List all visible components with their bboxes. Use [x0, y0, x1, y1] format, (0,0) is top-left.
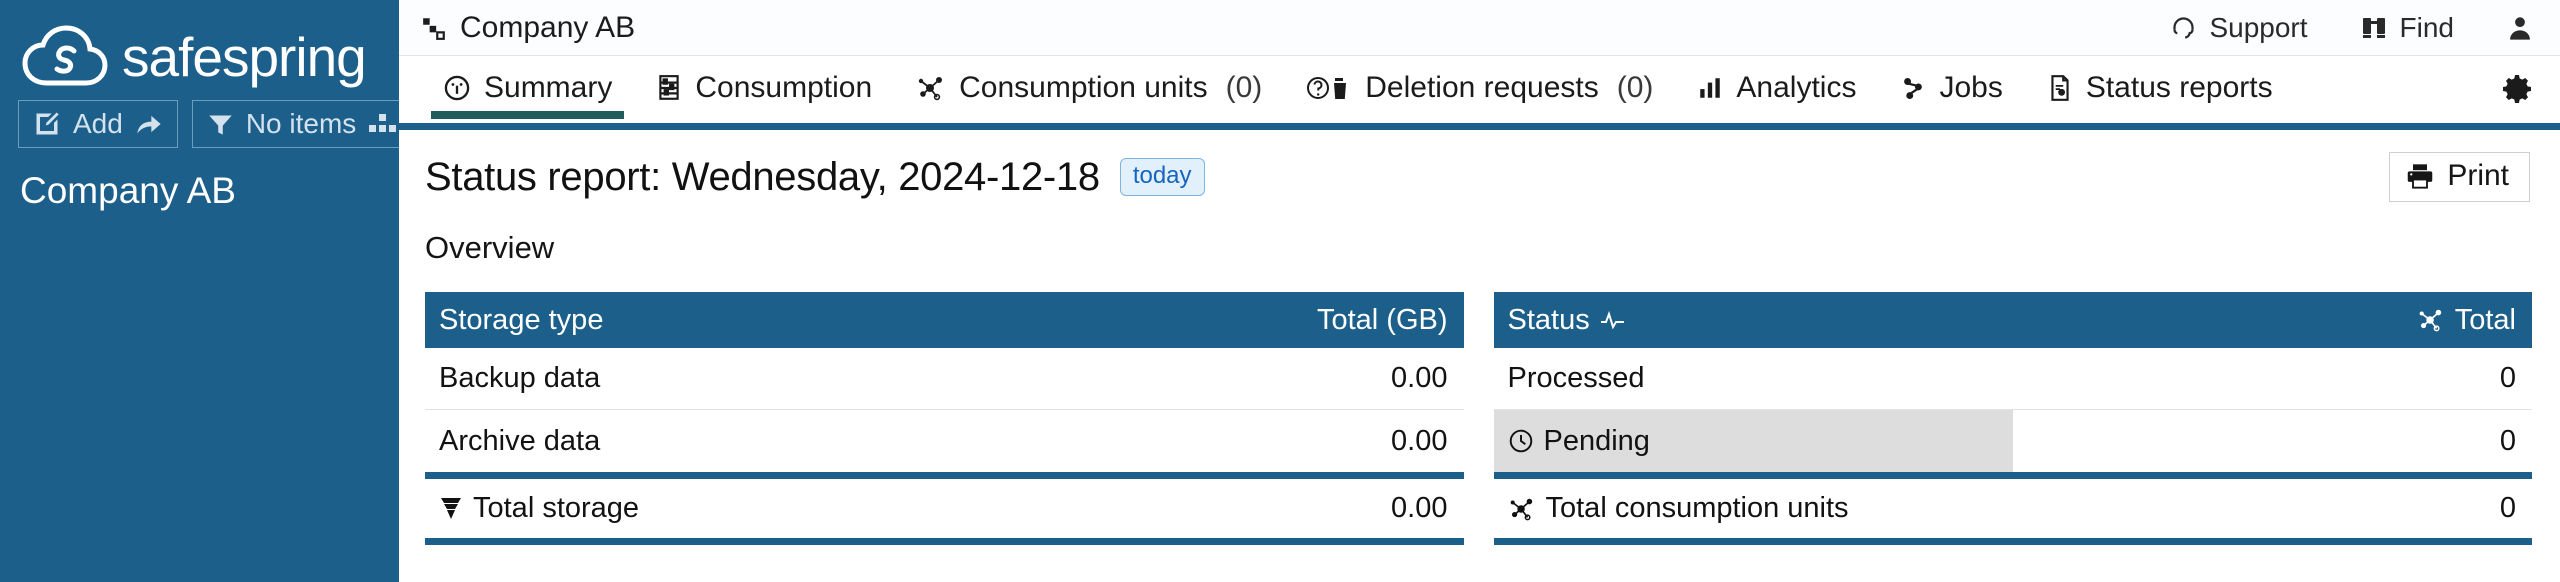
- tab-consumption-label: Consumption: [695, 70, 873, 104]
- storage-table-header-left: Storage type: [439, 303, 604, 336]
- user-avatar-icon[interactable]: [2506, 14, 2534, 42]
- cloud-s-logo-icon: [22, 25, 108, 89]
- find-label: Find: [2399, 11, 2454, 43]
- tab-consumption[interactable]: Consumption: [634, 56, 894, 119]
- tab-status-reports[interactable]: Status reports: [2025, 56, 2295, 119]
- status-row-value: 0: [2499, 424, 2516, 457]
- status-row-label: Processed: [1507, 362, 1645, 394]
- status-table: Status Total Processed 0 Pending 0 Total…: [1493, 292, 2532, 545]
- overview-heading: Overview: [425, 230, 555, 265]
- printer-icon: [2406, 163, 2434, 189]
- storage-table-header: Storage type Total (GB): [425, 292, 1464, 348]
- note-edit-icon: [33, 110, 61, 138]
- filter-no-items-button[interactable]: No items: [191, 100, 412, 148]
- top-bar: Company AB Support Find: [399, 0, 2560, 56]
- table-row[interactable]: Processed 0: [1493, 348, 2532, 410]
- tab-deletion-requests-count: (0): [1616, 70, 1654, 104]
- molecule-icon: [2417, 307, 2445, 333]
- support-label: Support: [2209, 11, 2308, 43]
- print-button[interactable]: Print: [2389, 152, 2530, 202]
- brand-name: safespring: [122, 25, 367, 88]
- sidebar-actions: Add No items: [0, 96, 412, 148]
- clock-icon: [1508, 428, 1534, 454]
- jobs-node-icon: [1900, 75, 1926, 101]
- status-table-bottom-rule: [1493, 538, 2532, 545]
- support-button[interactable]: Support: [2170, 11, 2308, 44]
- app-root: safespring Add No items Company AB Compa…: [0, 0, 2560, 582]
- report-content: Status report: Wednesday, 2024-12-18 tod…: [399, 130, 2560, 582]
- add-button-label: Add: [73, 108, 123, 139]
- molecule-icon: [1508, 496, 1536, 522]
- status-total-row: Total consumption units 0: [1493, 472, 2532, 538]
- page-title: Status report: Wednesday, 2024-12-18: [425, 154, 1100, 199]
- storage-stack-icon: [439, 496, 463, 522]
- table-row[interactable]: Archive data 0.00: [425, 410, 1464, 472]
- add-button[interactable]: Add: [18, 100, 178, 148]
- funnel-filter-icon: [207, 111, 234, 138]
- storage-table-bottom-rule: [425, 538, 1464, 545]
- filter-button-label: No items: [245, 108, 357, 139]
- status-row-value: 0: [2499, 362, 2516, 394]
- abacus-icon: [656, 74, 682, 102]
- bar-chart-icon: [1697, 75, 1723, 101]
- status-total-label: Total consumption units: [1545, 492, 1849, 524]
- gear-icon[interactable]: [2502, 73, 2532, 103]
- top-bar-actions: Support Find: [2170, 12, 2534, 44]
- breadcrumb[interactable]: Company AB: [421, 11, 635, 45]
- storage-row-label: Backup data: [439, 362, 601, 394]
- tab-consumption-units-count: (0): [1225, 70, 1263, 104]
- tab-consumption-units[interactable]: Consumption units (0): [894, 56, 1284, 119]
- tab-bar: Summary Consumption Consumption units (0…: [399, 56, 2560, 123]
- share-arrow-icon: [135, 112, 163, 136]
- find-button[interactable]: Find: [2360, 12, 2454, 44]
- hierarchy-node-icon: [421, 15, 447, 41]
- tab-jobs-label: Jobs: [1939, 70, 2003, 104]
- sidebar: safespring Add No items Company AB: [0, 0, 412, 582]
- status-table-header-right-label: Total: [2454, 303, 2516, 336]
- report-title-row: Status report: Wednesday, 2024-12-18 tod…: [425, 155, 1205, 200]
- storage-table-header-right: Total (GB): [1316, 303, 1448, 336]
- main-pane: Company AB Support Find Summary Consumpt…: [399, 0, 2560, 582]
- sidebar-company-name: Company AB: [20, 170, 236, 211]
- breadcrumb-label: Company AB: [460, 10, 636, 44]
- tab-analytics[interactable]: Analytics: [1675, 56, 1878, 119]
- storage-total-value: 0.00: [1391, 492, 1448, 524]
- document-report-icon: [2047, 74, 2073, 102]
- table-row[interactable]: Backup data 0.00: [425, 348, 1464, 410]
- tabbar-underline: [399, 123, 2560, 130]
- question-trash-icon: [1306, 74, 1352, 102]
- today-chip[interactable]: today: [1119, 158, 1205, 196]
- status-total-value: 0: [2499, 492, 2516, 524]
- status-row-label: Pending: [1543, 424, 1650, 457]
- tab-deletion-requests[interactable]: Deletion requests (0): [1284, 56, 1675, 119]
- tab-status-reports-label: Status reports: [2085, 70, 2273, 104]
- tab-jobs[interactable]: Jobs: [1878, 56, 2024, 119]
- molecule-icon: [916, 74, 946, 102]
- headset-icon: [2170, 14, 2197, 41]
- tab-summary-label: Summary: [484, 70, 613, 104]
- gauge-icon: [443, 74, 471, 102]
- tab-summary[interactable]: Summary: [421, 56, 634, 119]
- storage-total-row: Total storage 0.00: [425, 472, 1464, 538]
- tab-consumption-units-label: Consumption units: [959, 70, 1208, 104]
- brand-logo[interactable]: safespring: [0, 0, 399, 96]
- storage-total-label: Total storage: [473, 492, 640, 524]
- storage-row-value: 0.00: [1391, 424, 1448, 457]
- storage-row-value: 0.00: [1391, 362, 1448, 394]
- binoculars-icon: [2360, 15, 2388, 41]
- overview-tables: Storage type Total (GB) Backup data 0.00…: [425, 292, 2532, 545]
- grid-nodes-icon: [368, 112, 397, 136]
- tab-analytics-label: Analytics: [1736, 70, 1857, 104]
- storage-table: Storage type Total (GB) Backup data 0.00…: [425, 292, 1464, 545]
- print-button-label: Print: [2447, 159, 2509, 192]
- tab-deletion-requests-label: Deletion requests: [1365, 70, 1599, 104]
- status-table-header: Status Total: [1493, 292, 2532, 348]
- table-row[interactable]: Pending 0: [1493, 410, 2532, 472]
- storage-row-label: Archive data: [439, 424, 601, 457]
- pulse-icon: [1600, 311, 1626, 329]
- status-table-header-left-label: Status: [1507, 303, 1590, 336]
- report-header: Status report: Wednesday, 2024-12-18 tod…: [425, 152, 2532, 202]
